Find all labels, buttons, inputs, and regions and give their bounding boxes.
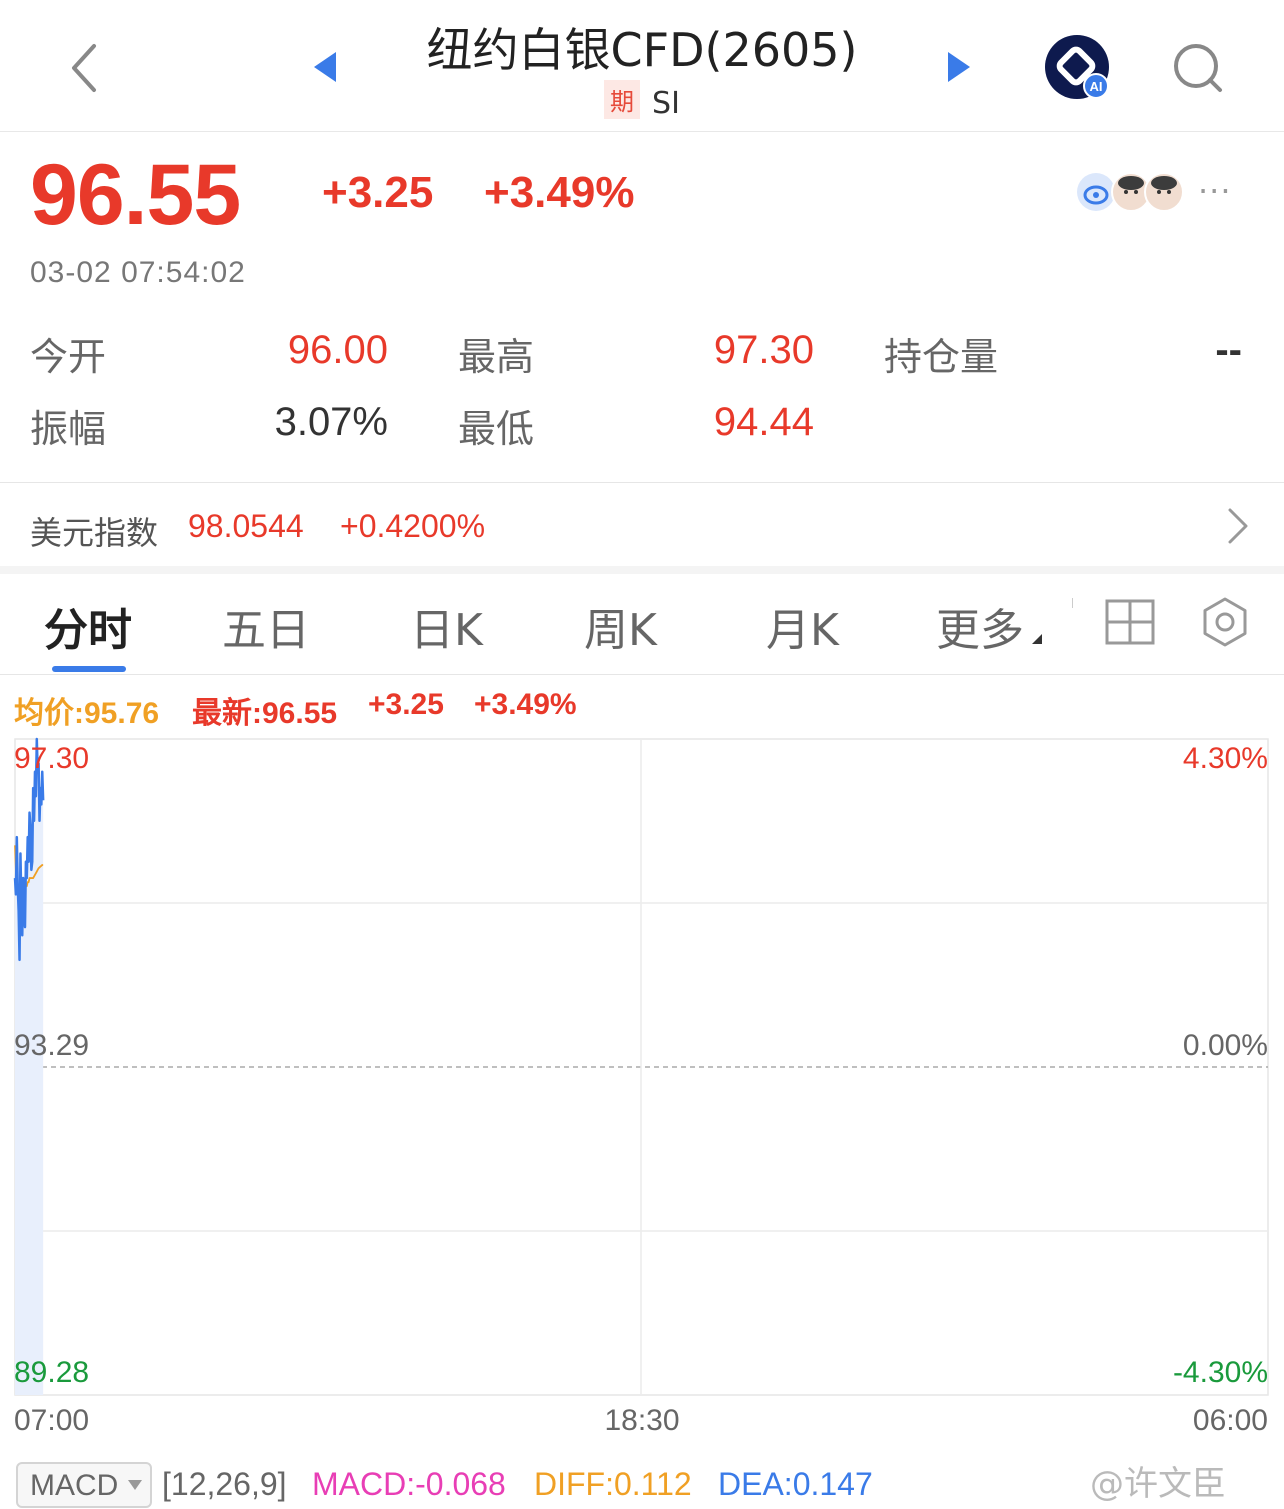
tab-daily-k[interactable]: 日K [410,594,483,658]
open-label: 今开 [30,335,107,379]
dollar-index-change: +0.4200% [340,508,486,544]
chevron-down-icon [128,1480,142,1490]
amplitude-value: 3.07% [274,400,388,444]
symbol-code: SI [652,86,680,121]
next-symbol-icon[interactable] [946,50,972,84]
previous-symbol-icon[interactable] [312,50,338,84]
low-value: 94.44 [713,400,814,444]
x-axis-start-label: 07:00 [14,1404,90,1437]
high-label: 最高 [458,335,535,379]
settings-icon[interactable] [1200,596,1250,648]
open-interest-value: -- [1215,328,1242,372]
weibo-icon[interactable] [1077,173,1115,211]
chevron-right-icon[interactable] [1222,506,1252,546]
tab-separator [1072,598,1073,608]
back-arrow-icon[interactable] [62,40,110,96]
more-caret-icon [1032,634,1042,644]
tab-intraday[interactable]: 分时 [44,594,132,658]
watermark: @许文臣 [1090,1464,1226,1504]
dollar-index-value: 98.0544 [188,508,304,544]
search-icon[interactable] [1170,40,1226,96]
amplitude-label: 振幅 [30,407,107,451]
y-axis-min-label: 89.28 [14,1356,90,1389]
diff-value: DIFF:0.112 [534,1466,692,1502]
intraday-chart[interactable] [0,730,1284,1410]
low-label: 最低 [458,407,535,451]
y-axis-max-percent: 4.30% [1182,742,1268,775]
macd-value: MACD:-0.068 [312,1466,506,1502]
latest-price: 最新:96.55 [192,697,338,730]
high-value: 97.30 [713,328,814,372]
layout-grid-icon[interactable] [1104,598,1156,646]
dea-value: DEA:0.147 [718,1466,873,1502]
x-axis-end-label: 06:00 [1192,1404,1268,1437]
y-axis-reference-percent: 0.00% [1182,1029,1268,1062]
price-change: +3.25 [322,168,434,217]
ai-label: AI [1090,79,1103,94]
open-value: 96.00 [287,328,388,372]
tab-five-day[interactable]: 五日 [222,594,310,658]
macd-params: [12,26,9] [162,1466,287,1502]
y-axis-min-percent: -4.30% [1172,1356,1268,1389]
tab-monthly-k[interactable]: 月K [766,594,839,658]
active-tab-indicator [52,666,126,672]
x-axis-mid-label: 18:30 [604,1404,680,1437]
chart-change-percent: +3.49% [474,688,577,721]
dollar-index-label: 美元指数 [30,514,159,552]
y-axis-reference-label: 93.29 [14,1029,90,1062]
indicator-select-label: MACD [30,1469,119,1502]
top-bar: 纽约白银CFD(2605) 期 SI AI [0,0,1284,132]
tab-weekly-k[interactable]: 周K [584,594,657,658]
y-axis-max-label: 97.30 [14,742,90,775]
page-title: 纽约白银CFD(2605) [426,23,858,77]
open-interest-label: 持仓量 [884,335,999,379]
more-options-icon[interactable]: ··· [1198,172,1232,210]
section-gap [0,566,1284,574]
indicator-select[interactable]: MACD [16,1462,152,1508]
price-change-percent: +3.49% [484,168,635,217]
symbol-subtitle: 期 SI [340,80,944,121]
ai-assistant-icon[interactable]: AI [1044,34,1110,100]
chart-change: +3.25 [368,688,444,721]
last-price: 96.55 [30,147,241,243]
futures-badge: 期 [604,80,641,119]
quote-timestamp: 03-02 07:54:02 [30,256,246,289]
average-price: 均价:95.76 [14,697,160,730]
social-avatars[interactable] [1076,170,1196,214]
divider [0,674,1284,675]
tab-more[interactable]: 更多 [936,594,1024,658]
divider [0,482,1284,483]
user-avatar[interactable] [1144,172,1184,212]
